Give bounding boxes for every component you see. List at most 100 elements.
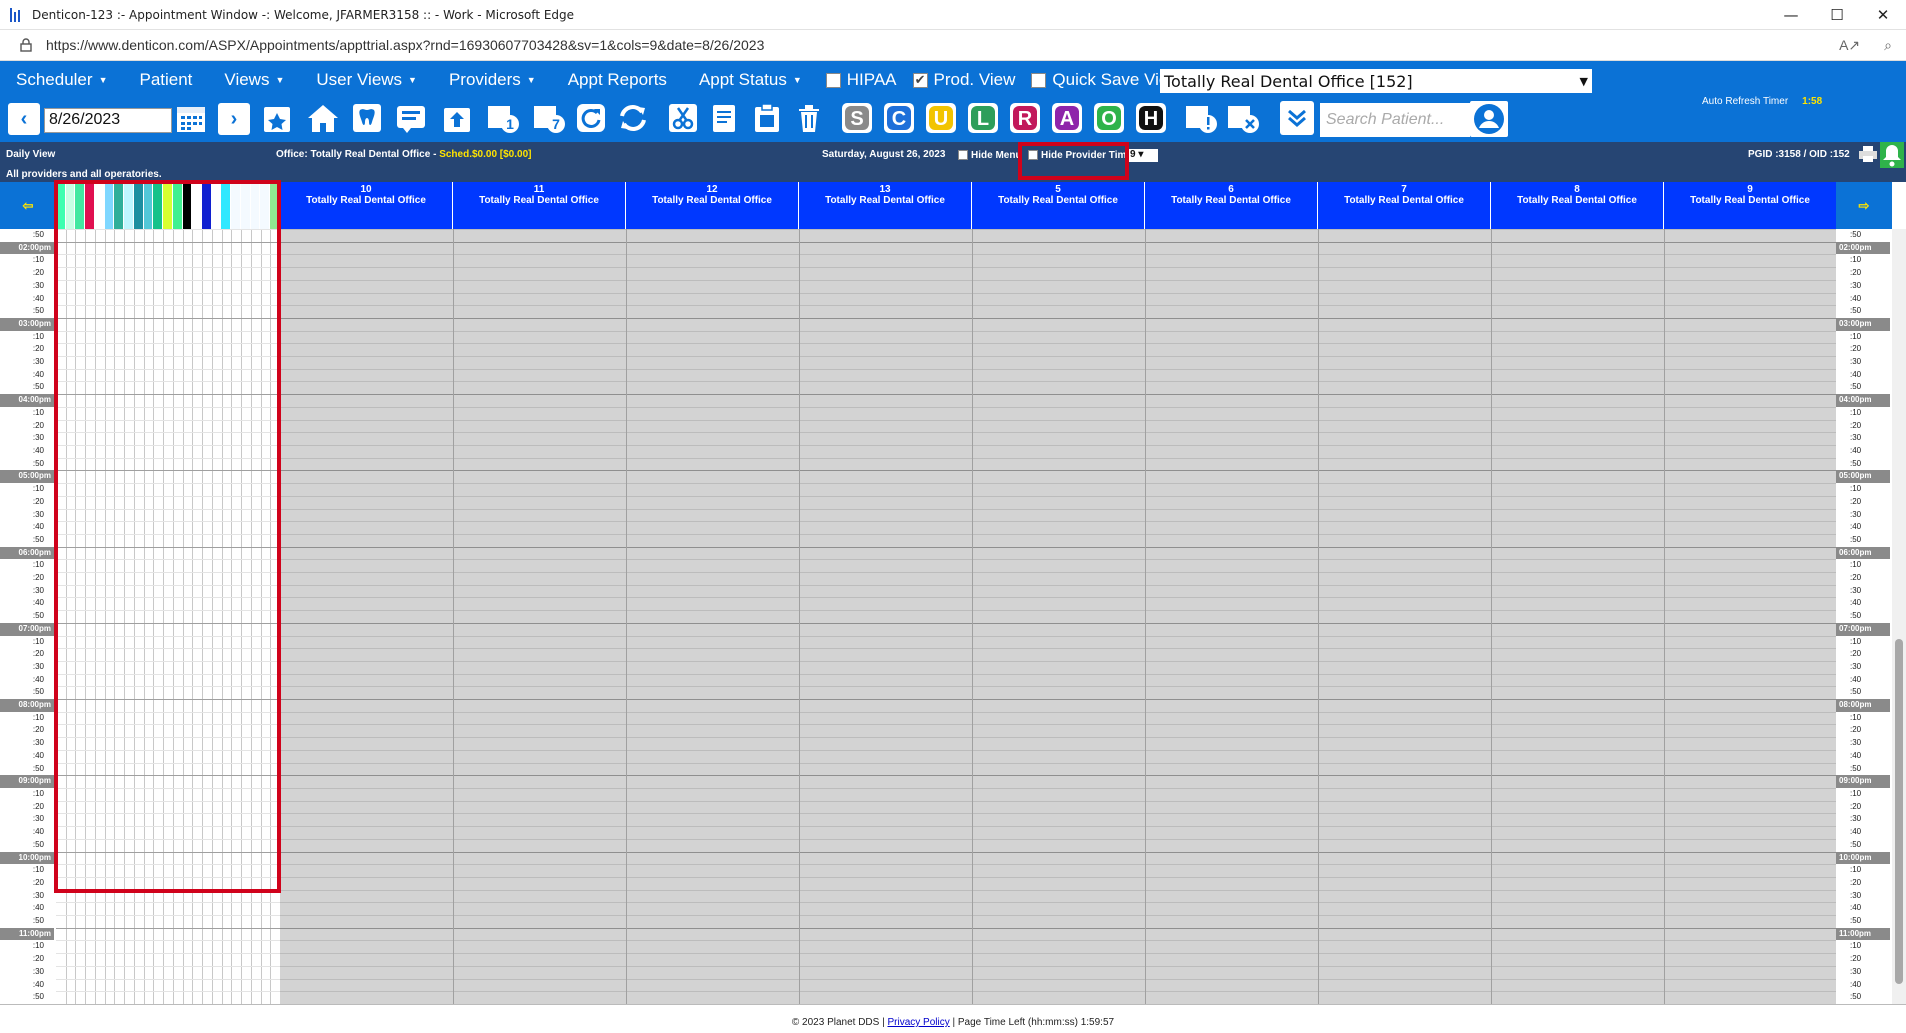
hour-label: 05:00pm [0,470,54,484]
trash-icon[interactable] [792,101,826,135]
home-icon[interactable] [306,101,340,135]
status-h-button[interactable]: H [1134,101,1168,135]
expand-down-icon[interactable] [1280,101,1314,135]
calendar-cancel-icon[interactable] [1226,101,1260,135]
prod-view-toggle[interactable]: ✔ Prod. View [905,70,1024,90]
operatory-header[interactable]: 8 Totally Real Dental Office [1491,182,1664,229]
minute-label: :10 [0,483,54,496]
menu-providers[interactable]: Providers ▼ [433,70,552,90]
minute-label: :10 [0,635,54,649]
svg-text:H: H [1144,108,1158,130]
operatory-header[interactable]: 13 Totally Real Dental Office [799,182,972,229]
tooth-chart-icon[interactable] [350,101,384,135]
operatory-header[interactable]: 5 Totally Real Dental Office [972,182,1145,229]
hour-label: 04:00pm [0,394,54,407]
minute-label: :30 [1836,737,1890,750]
operatory-header[interactable]: 6 Totally Real Dental Office [1145,182,1318,229]
operatory-name: Totally Real Dental Office [1517,195,1637,206]
notes-icon[interactable] [394,101,428,135]
operatory-name: Totally Real Dental Office [825,195,945,206]
date-input[interactable]: 8/26/2023 [44,108,172,133]
view-label: Daily View [6,149,56,160]
maximize-button[interactable]: ☐ [1814,0,1860,30]
status-a-button[interactable]: A [1050,101,1084,135]
svg-text:R: R [1018,108,1033,130]
hour-label: 08:00pm [0,699,54,712]
operatory-header[interactable]: 11 Totally Real Dental Office [453,182,626,229]
status-s-icon: S [842,103,872,133]
prev-day-button[interactable]: ‹ [8,103,40,135]
menu-views[interactable]: Views ▼ [208,70,300,90]
print-icon[interactable] [1858,145,1878,166]
prod-view-checkbox[interactable]: ✔ [912,72,928,88]
vertical-scrollbar[interactable] [1892,229,1906,1004]
read-aloud-icon[interactable]: A↗ [1839,37,1860,54]
patient-search-icon[interactable] [1470,101,1508,137]
minute-label: :10 [0,940,54,954]
window-title-bar: Denticon-123 :- Appointment Window -: We… [0,0,1906,30]
menu-appt-status[interactable]: Appt Status ▼ [683,70,818,90]
copy-icon[interactable] [708,101,742,135]
address-bar[interactable]: https://www.denticon.com/ASPX/Appointmen… [0,30,1906,61]
sync-icon[interactable] [616,101,650,135]
minute-label: :10 [1836,559,1890,573]
columns-select[interactable]: 9 ▾ [1128,149,1158,162]
office-select[interactable]: Totally Real Dental Office [152] ▼ [1160,69,1592,93]
hour-label: 07:00pm [0,622,54,636]
minute-label: :20 [0,419,54,433]
next-day-button[interactable]: › [218,103,250,135]
menu-appt-reports[interactable]: Appt Reports [552,70,683,90]
minute-label: :50 [0,991,54,1004]
minute-label: :40 [1836,978,1890,992]
minute-label: :50 [0,533,54,547]
status-c-button[interactable]: C [882,101,916,135]
day-1-calendar-icon[interactable]: 1 [486,101,520,135]
calendar-icon[interactable] [174,101,208,135]
operatory-header[interactable]: 9 Totally Real Dental Office [1664,182,1837,229]
status-u-button[interactable]: U [924,101,958,135]
operatory-number: 5 [1055,184,1061,195]
operatory-header[interactable]: 12 Totally Real Dental Office [626,182,799,229]
privacy-policy-link[interactable]: Privacy Policy [887,1017,949,1028]
minimize-button[interactable]: — [1768,0,1814,30]
quick-save-checkbox[interactable] [1031,72,1047,88]
minute-label: :30 [0,813,54,827]
notification-bell-icon[interactable] [1880,142,1904,171]
operatory-header[interactable]: 7 Totally Real Dental Office [1318,182,1491,229]
hide-menu-toggle[interactable]: Hide Menu [958,150,1022,161]
calendar-alert-icon[interactable] [1184,101,1218,135]
upload-calendar-icon[interactable] [440,101,474,135]
search-patient-input[interactable]: Search Patient... [1320,103,1470,137]
menu-patient[interactable]: Patient [123,70,208,90]
appointment-grid[interactable] [280,229,1836,1004]
close-button[interactable]: ✕ [1860,0,1906,30]
zoom-icon[interactable]: ⌕ [1884,37,1892,54]
minute-label: :40 [0,444,54,458]
refresh-icon[interactable] [574,101,608,135]
scrollbar-thumb[interactable] [1895,639,1903,984]
scroll-right-arrow[interactable]: ⇨ [1836,182,1892,229]
footer: © 2023 Planet DDS | Privacy Policy | Pag… [0,1004,1906,1033]
minute-label: :30 [0,737,54,750]
url-text[interactable]: https://www.denticon.com/ASPX/Appointmen… [46,37,764,53]
menu-user-views[interactable]: User Views ▼ [300,70,433,90]
hour-label: 02:00pm [0,241,54,255]
cut-icon[interactable] [666,101,700,135]
favorite-calendar-icon[interactable] [260,101,294,135]
menu-scheduler[interactable]: Scheduler ▼ [0,70,123,90]
hipaa-toggle[interactable]: HIPAA [818,70,905,90]
status-o-button[interactable]: O [1092,101,1126,135]
scroll-left-arrow[interactable]: ⇦ [0,182,56,229]
minute-label: :10 [0,330,54,344]
page-time-left: Page Time Left (hh:mm:ss) 1:59:57 [957,1017,1115,1028]
hipaa-checkbox[interactable] [825,72,841,88]
week-7-calendar-icon[interactable]: 7 [532,101,566,135]
status-r-button[interactable]: R [1008,101,1042,135]
status-l-button[interactable]: L [966,101,1000,135]
hide-menu-checkbox[interactable] [958,150,968,161]
paste-icon[interactable] [750,101,784,135]
operatory-header[interactable]: 10 Totally Real Dental Office [280,182,453,229]
minute-label: :50 [0,838,54,852]
minute-label: :30 [0,965,54,979]
status-s-button[interactable]: S [840,101,874,135]
